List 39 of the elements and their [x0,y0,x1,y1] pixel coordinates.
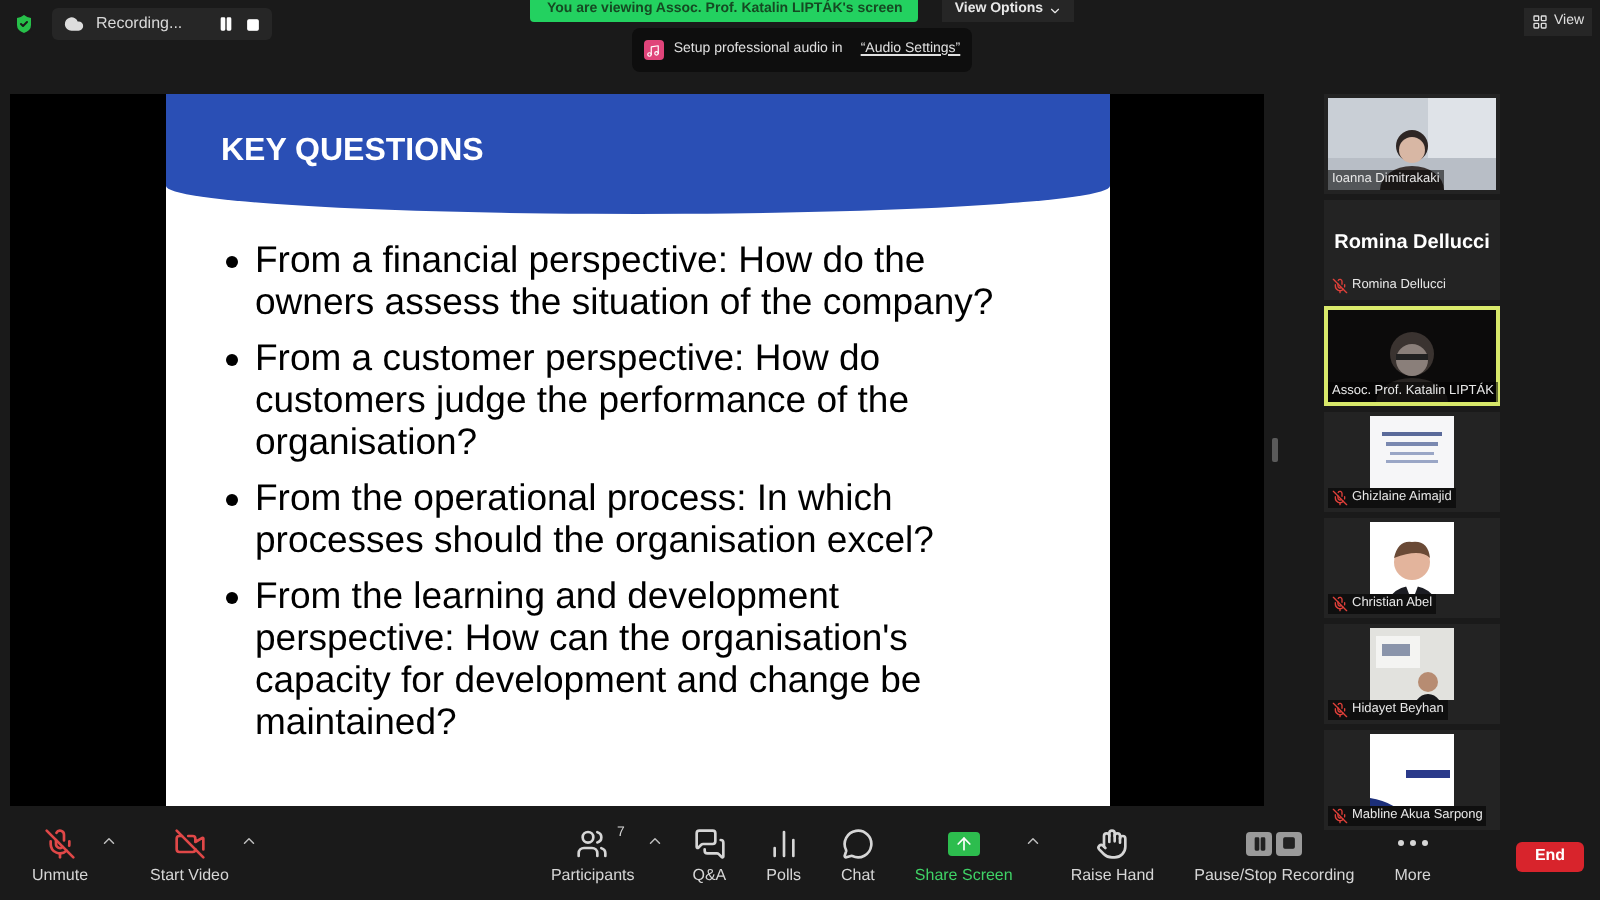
slide-title: KEY QUESTIONS [221,132,484,172]
bullet-icon [225,494,237,506]
pause-stop-icon [1246,831,1303,855]
qa-icon [693,827,726,859]
bullet-text: From a customer perspective: How do customers judge the performance of the organisation? [255,336,912,462]
end-button[interactable]: End [1516,841,1584,871]
toolbar-button[interactable]: Chat [829,827,887,885]
toolbar-button[interactable]: Pause/Stop Recording [1182,827,1367,885]
toolbar-button[interactable]: Unmute [20,827,101,885]
toolbar-button[interactable]: Q&A [680,827,739,885]
video-off-icon [173,827,206,859]
hand-icon [1096,827,1129,859]
chat-icon [841,827,874,859]
pause-icon[interactable] [218,16,235,32]
toolbar-button[interactable]: Start Video [138,827,241,885]
share-screen-icon [947,831,980,855]
security-shield-icon[interactable] [12,12,36,36]
toolbar-button[interactable]: Raise Hand [1058,827,1167,885]
toolbar-button[interactable]: Polls [754,827,813,885]
bullet-icon [225,354,237,366]
grid-icon [1531,14,1548,30]
muted-mic-icon [44,827,76,859]
music-app-icon [643,40,664,60]
bullet-text: From a financial perspective: How do the owners assess the situation of the company? [255,238,996,322]
more-icon [1397,840,1428,846]
bullet-icon [225,592,237,604]
recording-label: Recording... [96,12,183,36]
participants-icon [576,827,609,859]
cloud-icon [64,14,84,34]
caret-icon [1047,4,1062,18]
participant-title: Romina Dellucci [1334,229,1490,257]
stop-icon[interactable] [246,17,261,31]
toolbar-button[interactable]: More [1382,827,1443,885]
bullet-text: From the operational process: In which processes should the organisation excel? [255,476,936,560]
bullet-text: From the learning and development perspective: How can the organisation's capacity for development and change be maintained? [255,574,924,742]
toolbar-button[interactable]: Share Screen [902,827,1025,885]
resize-handle[interactable] [1271,438,1277,462]
bullet-icon [225,256,237,268]
bar-chart-icon [767,827,800,859]
